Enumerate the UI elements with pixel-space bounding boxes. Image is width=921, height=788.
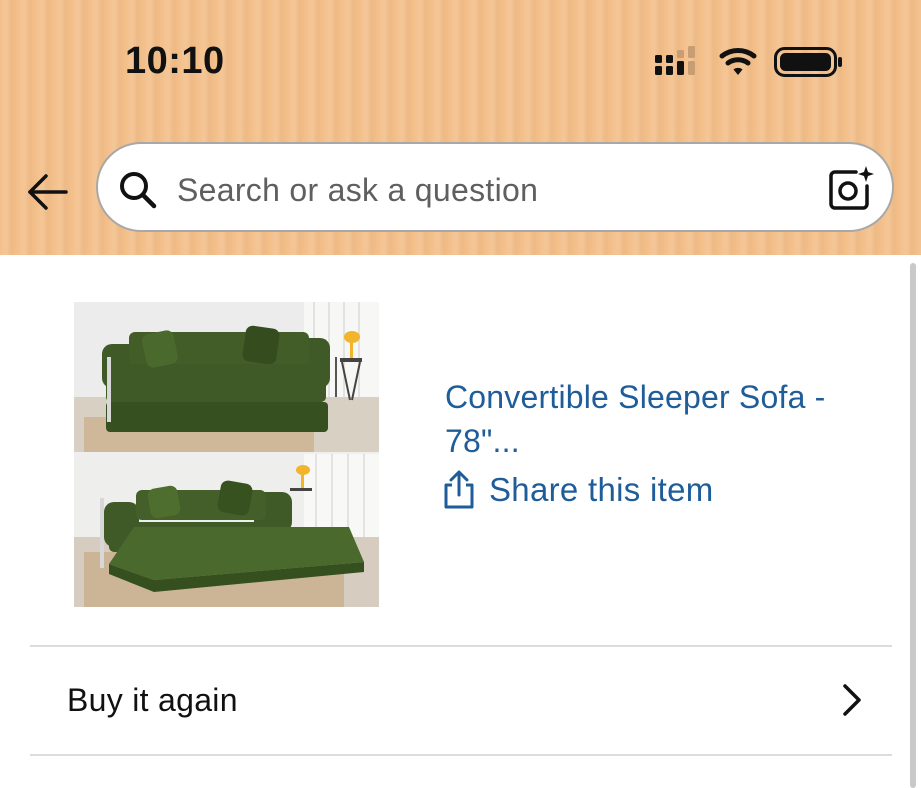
status-time: 10:10 [125, 40, 225, 82]
buy-it-again-label: Buy it again [67, 682, 238, 718]
back-arrow-icon[interactable] [24, 168, 72, 216]
buy-it-again-row[interactable]: Buy it again [30, 648, 892, 756]
status-icons [655, 46, 842, 77]
share-label: Share this item [489, 471, 714, 508]
app-header: 10:10 Search or ask a question [0, 0, 921, 255]
search-placeholder: Search or ask a question [177, 172, 539, 208]
page-content: Convertible Sleeper Sofa - 78"... Share … [0, 255, 921, 788]
scrollbar[interactable] [910, 263, 916, 788]
search-icon [120, 172, 157, 209]
share-item-button[interactable]: Share this item [441, 467, 714, 513]
share-upload-icon [444, 470, 474, 509]
divider [30, 754, 892, 756]
wifi-icon [719, 48, 757, 75]
product-image[interactable] [74, 302, 379, 607]
cellular-signal-icon [655, 46, 695, 75]
chevron-right-icon [843, 684, 861, 716]
search-input[interactable]: Search or ask a question [96, 142, 894, 232]
battery-icon [774, 47, 842, 77]
product-title-link[interactable]: Convertible Sleeper Sofa - 78"... [445, 375, 865, 463]
camera-sparkle-icon[interactable] [826, 164, 874, 212]
divider [30, 645, 892, 647]
